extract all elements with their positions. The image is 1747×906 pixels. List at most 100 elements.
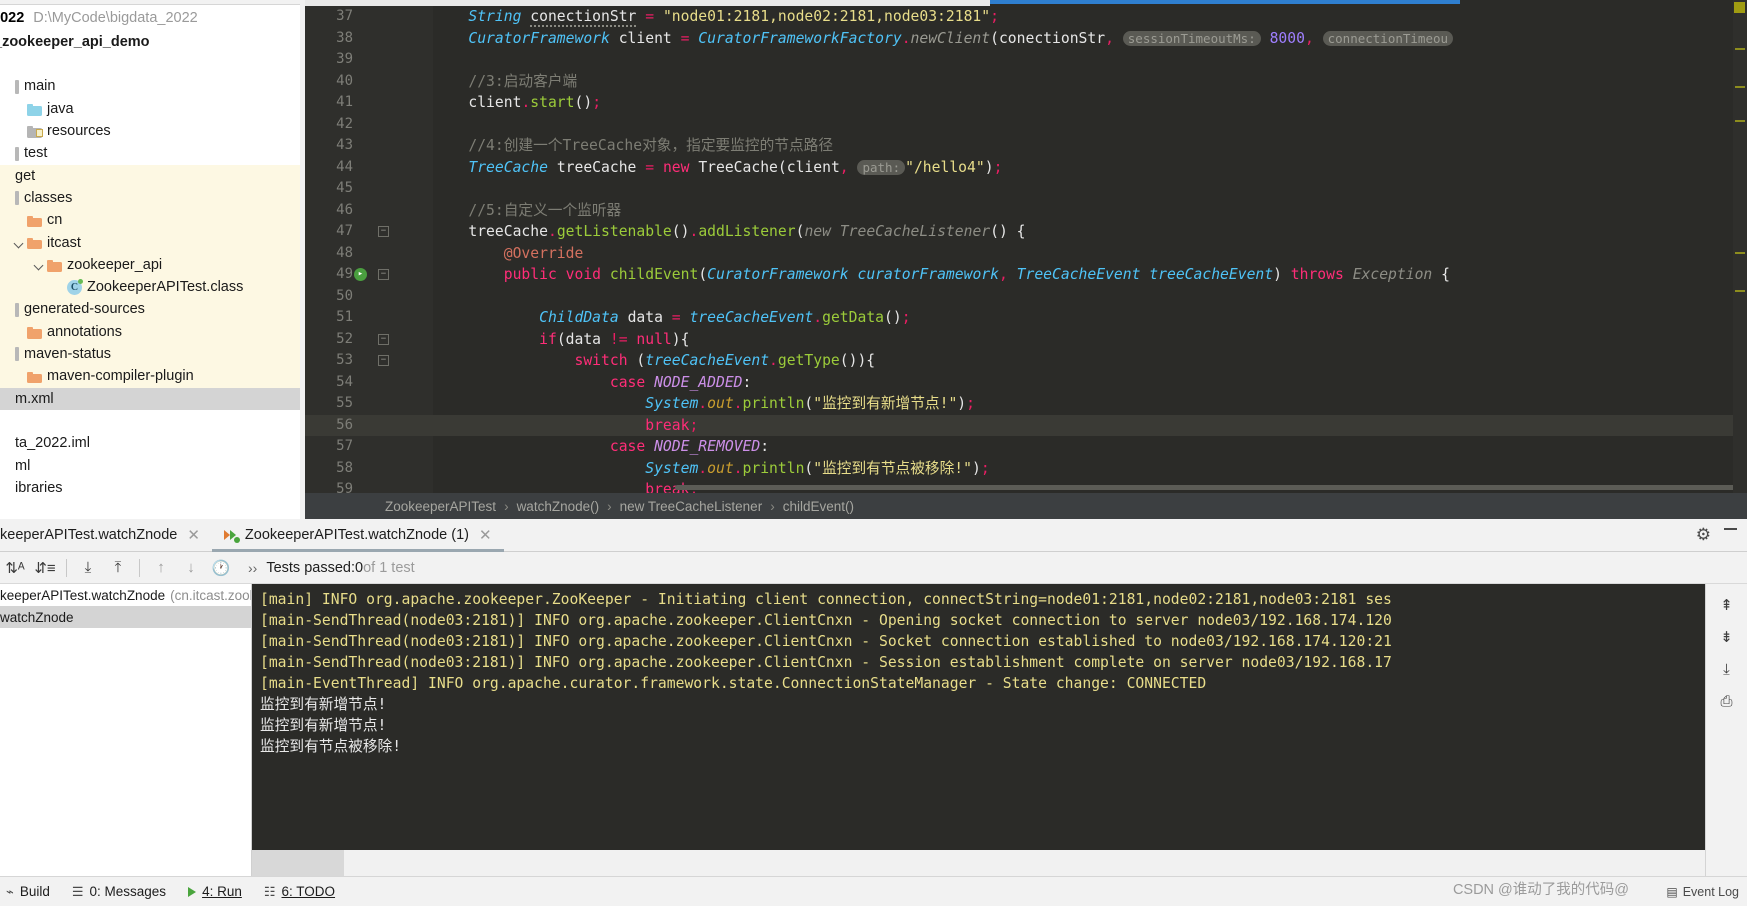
prev-failed-icon[interactable]: ↑	[146, 552, 176, 584]
tree-item-maven-compiler-plugin[interactable]: maven-compiler-plugin	[0, 365, 305, 388]
editor-horizontal-scrollbar[interactable]	[675, 485, 1747, 490]
console-output[interactable]: [main] INFO org.apache.zookeeper.ZooKeep…	[252, 584, 1705, 876]
code-editor[interactable]: 37 String conectionStr = "node01:2181,no…	[305, 0, 1747, 493]
next-failed-icon[interactable]: ↓	[176, 552, 206, 584]
tree-item-ml[interactable]: ml	[0, 455, 305, 477]
chevron-down-icon[interactable]	[32, 254, 47, 276]
tree-item-blank[interactable]	[0, 410, 305, 432]
run-tab-1[interactable]: ZookeeperAPITest.watchZnode (1) ✕	[211, 519, 504, 552]
code-line-41[interactable]: 41 client.start();	[305, 92, 1747, 114]
tree-item-annotations[interactable]: annotations	[0, 320, 305, 344]
tree-item-classes[interactable]: classes	[0, 187, 305, 210]
tree-item-resources[interactable]: resources	[0, 120, 305, 142]
breadcrumb-item[interactable]: watchZnode()	[517, 499, 600, 514]
code-line-45[interactable]: 45	[305, 178, 1747, 200]
project-tree-body[interactable]: main java resources test get classes cn itcast z…	[0, 76, 305, 500]
breadcrumb-item[interactable]: ZookeeperAPITest	[385, 499, 496, 514]
editor-warning-marker[interactable]	[1734, 2, 1745, 13]
tree-item-ibraries[interactable]: ibraries	[0, 477, 305, 499]
tree-item-ta-2022-iml[interactable]: ta_2022.iml	[0, 432, 305, 454]
code-line-51[interactable]: 51 ChildData data = treeCacheEvent.getDa…	[305, 307, 1747, 329]
collapse-all-icon[interactable]: ⤒	[103, 552, 133, 584]
chevron-right-icon[interactable]: ››	[248, 560, 257, 576]
history-icon[interactable]: 🕐	[206, 552, 236, 584]
code-line-55[interactable]: 55 System.out.println("监控到有新增节点!");	[305, 393, 1747, 415]
code-line-37[interactable]: 37 String conectionStr = "node01:2181,no…	[305, 6, 1747, 28]
code-line-42[interactable]: 42	[305, 114, 1747, 136]
code-line-58[interactable]: 58 System.out.println("监控到有节点被移除!");	[305, 458, 1747, 480]
project-tool-window[interactable]: 2022 D:\MyCode\bigdata_2022 _zookeeper_a…	[0, 0, 305, 520]
console-side-toolbar[interactable]: ⇞ ⇟ ⤓ ⎙	[1705, 584, 1747, 876]
project-root-row[interactable]: 2022 D:\MyCode\bigdata_2022	[0, 5, 305, 31]
breadcrumb[interactable]: ZookeeperAPITest › watchZnode() › new TreeCa…	[305, 493, 1747, 519]
code-line-46[interactable]: 46 //5:自定义一个监听器	[305, 200, 1747, 222]
fold-marker-icon[interactable]: −	[378, 355, 389, 366]
code-line-text: switch (treeCacheEvent.getType()){	[574, 352, 876, 369]
code-line-38[interactable]: 38 CuratorFramework client = CuratorFram…	[305, 28, 1747, 50]
tree-item-main[interactable]: main	[0, 76, 305, 98]
minimize-icon[interactable]	[1724, 528, 1737, 530]
expand-all-icon[interactable]: ⤓	[73, 552, 103, 584]
test-results-tree[interactable]: keeperAPITest.watchZnode (cn.itcast.zook…	[0, 584, 252, 876]
close-icon[interactable]: ✕	[479, 526, 492, 544]
breadcrumb-item[interactable]: new TreeCacheListener	[620, 499, 763, 514]
editor-code-area[interactable]: 37 String conectionStr = "node01:2181,no…	[305, 6, 1747, 493]
code-line-52[interactable]: 52 − if(data != null){	[305, 329, 1747, 351]
status-item-run[interactable]: 4: Run	[188, 884, 242, 899]
code-line-44[interactable]: 44 TreeCache treeCache = new TreeCache(c…	[305, 157, 1747, 179]
code-line-49[interactable]: 49 ▸ − public void childEvent(CuratorFra…	[305, 264, 1747, 286]
chevron-down-icon[interactable]	[12, 232, 27, 254]
sort-duration-icon[interactable]: ⇵≡	[30, 552, 60, 584]
tree-item-test[interactable]: test	[0, 142, 305, 164]
tree-item-java[interactable]: java	[0, 98, 305, 120]
tree-item-zookeeperapitest-class[interactable]: C ZookeeperAPITest.class	[0, 276, 305, 299]
print-icon[interactable]: ⎙	[1713, 686, 1741, 716]
tree-spacer-row	[0, 53, 305, 75]
tests-passed-prefix: Tests passed:	[266, 559, 355, 576]
editor-marker[interactable]	[1735, 290, 1745, 292]
code-line-56[interactable]: 56 break;	[305, 414, 1747, 436]
export-icon[interactable]: ⤓	[1713, 654, 1741, 684]
tree-item-m-xml[interactable]: m.xml	[0, 387, 305, 411]
fold-marker-icon[interactable]: −	[378, 269, 389, 280]
gear-icon[interactable]: ⚙	[1696, 525, 1711, 545]
code-line-48[interactable]: 48 @Override	[305, 243, 1747, 265]
run-toolbar[interactable]: ⇅ᴬ ⇵≡ ⤓ ⤒ ↑ ↓ 🕐 ›› Tests passed: 0 of 1 …	[0, 552, 1747, 584]
tree-item-maven-status[interactable]: maven-status	[0, 343, 305, 366]
code-line-40[interactable]: 40 //3:启动客户端	[305, 71, 1747, 93]
code-line-54[interactable]: 54 case NODE_ADDED:	[305, 372, 1747, 394]
sort-alpha-icon[interactable]: ⇅ᴬ	[0, 552, 30, 584]
editor-marker-rail[interactable]	[1733, 0, 1747, 493]
code-line-43[interactable]: 43 //4:创建一个TreeCache对象，指定要监控的节点路径	[305, 135, 1747, 157]
close-icon[interactable]: ✕	[187, 526, 200, 544]
test-tree-row-1[interactable]: watchZnode	[0, 606, 251, 628]
code-line-39[interactable]: 39	[305, 49, 1747, 71]
editor-marker[interactable]	[1735, 252, 1745, 254]
fold-marker-icon[interactable]: −	[378, 226, 389, 237]
run-tab-0[interactable]: keeperAPITest.watchZnode ✕	[0, 519, 212, 552]
scroll-up-icon[interactable]: ⇞	[1713, 590, 1741, 620]
editor-marker[interactable]	[1735, 48, 1745, 50]
code-line-53[interactable]: 53 − switch (treeCacheEvent.getType()){	[305, 350, 1747, 372]
code-line-47[interactable]: 47 − treeCache.getListenable().addListen…	[305, 221, 1747, 243]
test-tree-row-0[interactable]: keeperAPITest.watchZnode (cn.itcast.zook…	[0, 584, 251, 606]
editor-marker[interactable]	[1735, 120, 1745, 122]
run-gutter-icon[interactable]: ▸	[354, 268, 367, 281]
fold-marker-icon[interactable]: −	[378, 333, 389, 345]
tree-item-cn[interactable]: cn	[0, 209, 305, 232]
tree-item-get[interactable]: get	[0, 164, 305, 188]
breadcrumb-item[interactable]: childEvent()	[783, 499, 854, 514]
scroll-down-icon[interactable]: ⇟	[1713, 622, 1741, 652]
code-line-57[interactable]: 57 case NODE_REMOVED:	[305, 436, 1747, 458]
tree-item-generated-sources[interactable]: generated-sources	[0, 298, 305, 321]
run-tool-window-tabs[interactable]: keeperAPITest.watchZnode ✕ ZookeeperAPIT…	[0, 519, 1747, 552]
code-line-50[interactable]: 50	[305, 286, 1747, 308]
event-log-button[interactable]: ▤ Event Log	[1666, 885, 1739, 899]
editor-marker[interactable]	[1735, 86, 1745, 88]
status-item-todo[interactable]: ☷ 6: TODO	[264, 884, 335, 900]
status-item-build[interactable]: ⌁ Build	[6, 884, 50, 900]
tree-item-zookeeper-api[interactable]: zookeeper_api	[0, 253, 305, 277]
status-item-messages[interactable]: ☰ 0: Messages	[72, 884, 166, 900]
tree-item-itcast[interactable]: itcast	[0, 231, 305, 254]
module-row[interactable]: _zookeeper_api_demo	[0, 31, 305, 53]
